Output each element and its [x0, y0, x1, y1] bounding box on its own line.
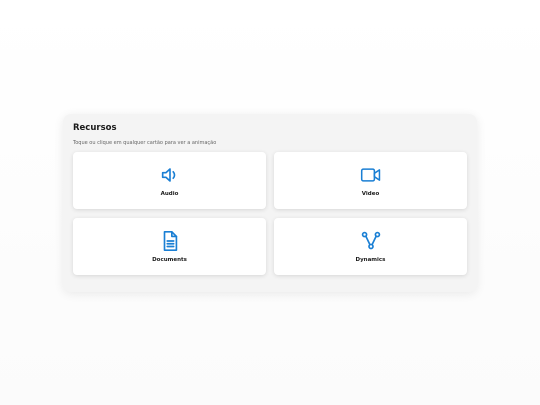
card-dynamics[interactable]: Dynamics — [274, 218, 467, 275]
card-label: Dynamics — [355, 257, 386, 263]
cards-grid: Audio Video Documents Dynamics — [73, 152, 467, 275]
speaker-icon — [159, 164, 181, 186]
panel-title: Recursos — [73, 123, 117, 133]
resources-panel: Recursos Toque ou clique em qualquer car… — [63, 114, 477, 292]
video-camera-icon — [360, 164, 382, 186]
card-video[interactable]: Video — [274, 152, 467, 209]
card-label: Documents — [152, 257, 187, 263]
document-icon — [159, 230, 181, 252]
card-documents[interactable]: Documents — [73, 218, 266, 275]
card-audio[interactable]: Audio — [73, 152, 266, 209]
panel-subtitle: Toque ou clique em qualquer cartão para … — [73, 140, 217, 146]
network-icon — [360, 230, 382, 252]
card-label: Audio — [160, 191, 179, 197]
card-label: Video — [361, 191, 380, 197]
